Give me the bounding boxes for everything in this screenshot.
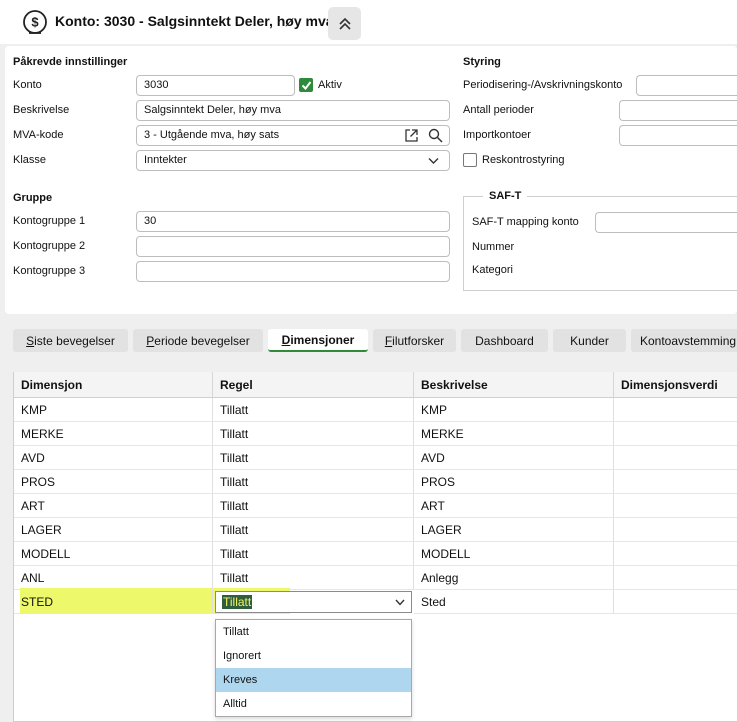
kontogruppe2-label: Kontogruppe 2	[13, 240, 86, 252]
cell-beskrivelse[interactable]: ART	[414, 494, 614, 518]
cell-regel[interactable]: Tillatt	[213, 494, 414, 518]
option-kreves[interactable]: Kreves	[216, 668, 411, 692]
saft-mapping-label: SAF-T mapping konto	[472, 216, 579, 228]
klasse-label: Klasse	[13, 154, 47, 166]
collapse-button[interactable]	[328, 7, 361, 40]
tab-filutforsker[interactable]: Filutforsker	[373, 329, 456, 352]
konto-label: Konto	[13, 79, 42, 91]
option-tillatt[interactable]: Tillatt	[216, 620, 411, 644]
kontogruppe2-input[interactable]	[136, 236, 450, 257]
cell-dimensjon[interactable]: PROS	[14, 470, 213, 494]
cell-dimensjonsverdi[interactable]	[614, 446, 737, 470]
cell-dimensjon[interactable]: AVD	[14, 446, 213, 470]
cell-dimensjon[interactable]: MERKE	[14, 422, 213, 446]
tab-siste-bevegelser[interactable]: Siste bevegelser	[13, 329, 128, 352]
cell-beskrivelse[interactable]: MODELL	[414, 542, 614, 566]
cell-dimensjonsverdi[interactable]	[614, 494, 737, 518]
importkontoer-label: Importkontoer	[463, 129, 531, 141]
regel-dropdown: Tillatt Ignorert Kreves Alltid	[215, 619, 412, 717]
external-link-icon[interactable]	[404, 128, 419, 143]
beskrivelse-input[interactable]: Salgsinntekt Deler, høy mva	[136, 100, 450, 121]
cell-dimensjonsverdi[interactable]	[614, 422, 737, 446]
reskontro-checkbox[interactable]	[463, 153, 477, 167]
regel-select[interactable]: Tillatt	[215, 591, 412, 613]
cell-regel[interactable]: Tillatt	[213, 446, 414, 470]
tab-periode-bevegelser[interactable]: Periode bevegelser	[133, 329, 263, 352]
option-ignorert[interactable]: Ignorert	[216, 644, 411, 668]
antall-perioder-input[interactable]	[619, 100, 737, 121]
mva-label: MVA-kode	[13, 129, 64, 141]
chevron-down-icon	[395, 599, 405, 606]
cell-regel[interactable]: Tillatt	[213, 470, 414, 494]
saft-nummer-label: Nummer	[472, 241, 515, 253]
reskontro-label: Reskontrostyring	[482, 154, 565, 166]
cell-dimensjonsverdi[interactable]	[614, 542, 737, 566]
cell-beskrivelse[interactable]: Sted	[414, 590, 614, 614]
cell-regel[interactable]: Tillatt	[213, 422, 414, 446]
regel-selected-value: Tillatt	[222, 595, 253, 609]
cell-regel[interactable]: Tillatt	[213, 542, 414, 566]
kontogruppe3-input[interactable]	[136, 261, 450, 282]
klasse-value: Inntekter	[144, 154, 187, 166]
styring-heading: Styring	[463, 56, 501, 68]
periodisering-input[interactable]	[636, 75, 737, 96]
money-bag-icon: $	[23, 10, 47, 34]
mva-input[interactable]: 3 - Utgående mva, høy sats	[136, 125, 450, 146]
cell-regel[interactable]: Tillatt	[213, 566, 414, 590]
cell-regel[interactable]: Tillatt	[213, 518, 414, 542]
col-header-regel[interactable]: Regel	[213, 372, 414, 398]
kontogruppe3-label: Kontogruppe 3	[13, 265, 86, 277]
cell-dimensjonsverdi[interactable]	[614, 470, 737, 494]
cell-beskrivelse[interactable]: PROS	[414, 470, 614, 494]
mva-value: 3 - Utgående mva, høy sats	[144, 129, 280, 141]
kontogruppe1-input[interactable]: 30	[136, 211, 450, 232]
cell-beskrivelse[interactable]: LAGER	[414, 518, 614, 542]
gruppe-heading: Gruppe	[13, 192, 53, 204]
cell-regel[interactable]: Tillatt	[213, 398, 414, 422]
option-alltid[interactable]: Alltid	[216, 692, 411, 716]
klasse-select[interactable]: Inntekter	[136, 150, 450, 171]
tab-kontoavstemming[interactable]: Kontoavstemming	[631, 329, 737, 352]
search-icon[interactable]	[428, 128, 443, 143]
cell-dimensjon[interactable]: LAGER	[14, 518, 213, 542]
cell-dimensjonsverdi[interactable]	[614, 518, 737, 542]
check-icon	[301, 80, 311, 90]
required-heading: Påkrevde innstillinger	[13, 56, 128, 68]
cell-beskrivelse[interactable]: AVD	[414, 446, 614, 470]
saft-kategori-label: Kategori	[472, 264, 513, 276]
col-header-beskrivelse[interactable]: Beskrivelse	[414, 372, 614, 398]
konto-input[interactable]: 3030	[136, 75, 295, 96]
kontogruppe1-label: Kontogruppe 1	[13, 215, 86, 227]
col-header-dimensjon[interactable]: Dimensjon	[14, 372, 213, 398]
tab-kunder[interactable]: Kunder	[553, 329, 626, 352]
aktiv-checkbox[interactable]	[299, 78, 313, 92]
aktiv-label: Aktiv	[318, 79, 342, 91]
double-chevron-up-icon	[338, 17, 351, 30]
beskrivelse-label: Beskrivelse	[13, 104, 70, 116]
chevron-down-icon	[428, 158, 439, 164]
tab-dimensjoner[interactable]: Dimensjoner	[268, 329, 368, 352]
cell-dimensjonsverdi[interactable]	[614, 398, 737, 422]
saft-mapping-input[interactable]	[595, 212, 737, 233]
col-header-dimensjonsverdi[interactable]: Dimensjonsverdi	[614, 372, 737, 398]
cell-dimensjonsverdi[interactable]	[614, 566, 737, 590]
cell-dimensjon[interactable]: KMP	[14, 398, 213, 422]
svg-text:$: $	[31, 15, 39, 30]
cell-dimensjon[interactable]: ART	[14, 494, 213, 518]
cell-beskrivelse[interactable]: Anlegg	[414, 566, 614, 590]
page-title: Konto: 3030 - Salgsinntekt Deler, høy mv…	[55, 13, 334, 29]
cell-beskrivelse[interactable]: MERKE	[414, 422, 614, 446]
cell-dimensjonsverdi[interactable]	[614, 590, 737, 614]
saft-legend: SAF-T	[483, 190, 528, 202]
cell-dimensjon[interactable]: MODELL	[14, 542, 213, 566]
periodisering-label: Periodisering-/Avskrivningskonto	[463, 79, 623, 91]
tab-dashboard[interactable]: Dashboard	[461, 329, 548, 352]
antall-perioder-label: Antall perioder	[463, 104, 534, 116]
cell-dimensjon[interactable]: STED	[14, 590, 213, 614]
cell-dimensjon[interactable]: ANL	[14, 566, 213, 590]
cell-beskrivelse[interactable]: KMP	[414, 398, 614, 422]
importkontoer-input[interactable]	[619, 125, 737, 146]
